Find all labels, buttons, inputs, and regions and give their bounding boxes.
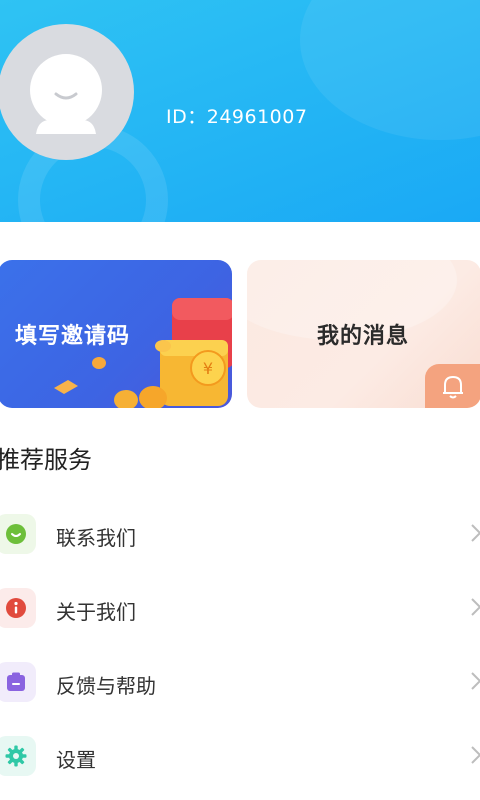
menu-label: 设置 — [56, 748, 96, 772]
chat-icon-badge — [0, 514, 36, 554]
chat-icon — [6, 524, 26, 544]
feedback-icon — [7, 672, 25, 691]
info-icon — [6, 598, 26, 618]
menu-item-feedback-help[interactable]: 反馈与帮助 — [0, 662, 480, 722]
menu-item-about-us[interactable]: 关于我们 — [0, 588, 480, 648]
menu-label: 反馈与帮助 — [56, 674, 156, 698]
bell-badge — [425, 364, 480, 408]
invite-code-card[interactable]: 填写邀请码 ¥ — [0, 260, 232, 408]
default-avatar-icon — [30, 54, 102, 134]
user-id: ID：24961007 — [166, 106, 308, 128]
profile-header: ID：24961007 — [0, 0, 480, 222]
my-messages-label: 我的消息 — [317, 324, 410, 349]
chevron-right-icon — [471, 598, 480, 616]
chevron-right-icon — [471, 746, 480, 764]
red-envelope-coins-icon: ¥ — [54, 298, 232, 408]
section-title: 推荐服务 — [0, 446, 92, 474]
menu-item-settings[interactable]: 设置 — [0, 736, 480, 796]
svg-text:¥: ¥ — [203, 359, 213, 378]
bell-icon — [443, 375, 463, 399]
menu-item-contact-us[interactable]: 联系我们 — [0, 514, 480, 574]
menu-label: 关于我们 — [56, 600, 136, 624]
avatar[interactable] — [0, 24, 134, 160]
my-messages-card[interactable]: 我的消息 — [247, 260, 480, 408]
menu-label: 联系我们 — [56, 526, 136, 550]
chevron-right-icon — [471, 672, 480, 690]
chevron-right-icon — [471, 524, 480, 542]
gear-icon — [5, 745, 27, 767]
header-decoration — [300, 0, 480, 140]
feedback-icon-badge — [0, 662, 36, 702]
info-icon-badge — [0, 588, 36, 628]
gear-icon-badge — [0, 736, 36, 776]
